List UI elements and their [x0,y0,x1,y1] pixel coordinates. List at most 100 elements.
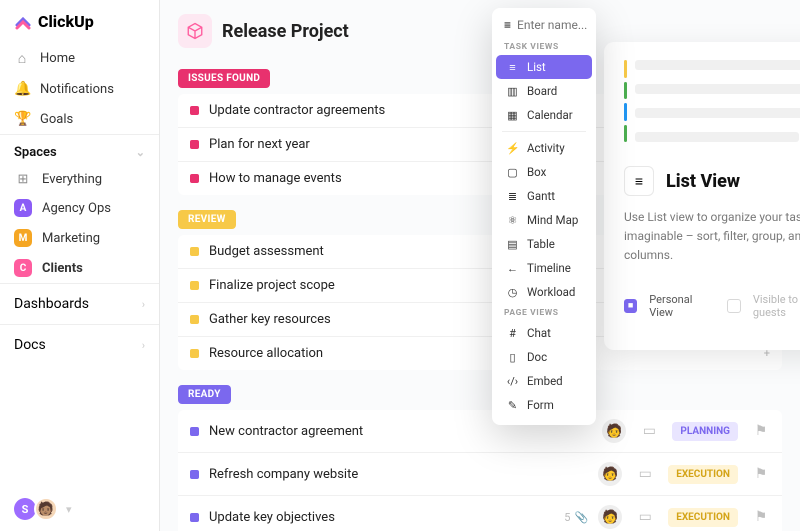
page-title: Release Project [222,21,349,42]
chevron-down-icon: ▾ [66,503,72,516]
gantt-icon: ≣ [506,190,519,203]
personal-view-checkbox[interactable]: ■ [624,299,637,313]
sidebar-dashboards[interactable]: Dashboards› [0,283,159,324]
subtask-count: 5 📎 [564,511,588,524]
assignee-avatar[interactable]: 🧑 [598,462,622,486]
status-dot-icon [190,349,199,358]
view-option-workload[interactable]: ◷Workload [496,280,592,304]
flag-icon[interactable]: ⚑ [752,423,770,439]
task-row[interactable]: New contractor agreement 🧑 ▭ PLANNING ⚑ [178,410,782,453]
spaces-header[interactable]: Spaces⌄ [0,134,159,166]
space-item-agency-ops[interactable]: AAgency Ops [0,193,159,223]
profile-area[interactable]: S 🧑🏽 ▾ [0,487,159,531]
space-badge-icon: M [14,229,32,247]
view-option-table[interactable]: ▤Table [496,232,592,256]
page-views-label: PAGE VIEWS [492,304,596,321]
view-option-activity[interactable]: ⚡Activity [496,136,592,160]
view-option-chat[interactable]: #Chat [496,321,592,345]
grid-icon: ⊞ [14,172,32,187]
box-icon [186,22,204,40]
status-dot-icon [190,247,199,256]
attachment-icon: 📎 [574,511,588,524]
assignee-avatar[interactable]: 🧑 [602,419,626,443]
assignee-avatar[interactable]: 🧑 [598,505,622,529]
task-name: Update key objectives [209,510,554,525]
status-dot-icon [190,281,199,290]
flag-icon[interactable]: ⚑ [752,466,770,482]
status-dot-icon [190,427,199,436]
chevron-down-icon: ⌄ [136,146,145,159]
list-icon: ≡ [504,18,511,32]
table-icon: ▤ [506,238,519,251]
group-label[interactable]: ISSUES FOUND [178,69,270,88]
view-option-mind-map[interactable]: ⚛Mind Map [496,208,592,232]
view-option-timeline[interactable]: ←Timeline [496,256,592,280]
view-option-embed[interactable]: ‹/›Embed [496,369,592,393]
view-option-board[interactable]: ▥Board [496,79,592,103]
status-dot-icon [190,470,199,479]
view-option-box[interactable]: ▢Box [496,160,592,184]
view-name-row: ≡ [492,14,596,38]
view-option-form[interactable]: ✎Form [496,393,592,417]
visible-guests-checkbox[interactable] [727,299,740,313]
brand[interactable]: ClickUp [0,0,159,43]
status-dot-icon [190,140,199,149]
doc-icon: ▯ [506,351,519,364]
space-item-marketing[interactable]: MMarketing [0,223,159,253]
trophy-icon: 🏆 [14,111,30,127]
calendar-icon[interactable]: ▭ [640,423,658,439]
form-icon: ✎ [506,399,519,412]
view-option-list[interactable]: ≡List [496,55,592,79]
task-group: READY New contractor agreement 🧑 ▭ PLANN… [178,382,782,531]
status-tag[interactable]: EXECUTION [668,508,738,527]
chevron-right-icon: › [142,339,145,352]
flag-icon[interactable]: ⚑ [752,509,770,525]
views-popover: ≡ TASK VIEWS ≡List▥Board▦Calendar ⚡Activi… [492,8,596,425]
view-option-doc[interactable]: ▯Doc [496,345,592,369]
main-content: Release Project ISSUES FOUND Update cont… [160,0,800,531]
status-dot-icon [190,174,199,183]
space-item-clients[interactable]: CClients [0,253,159,283]
space-badge-icon: A [14,199,32,217]
status-dot-icon [190,513,199,522]
visible-guests-label: Visible to guests [753,293,800,319]
view-name-input[interactable] [517,18,587,32]
chevron-right-icon: › [142,298,145,311]
nav-notifications[interactable]: 🔔Notifications [0,74,159,104]
bell-icon: 🔔 [14,81,30,97]
status-dot-icon [190,315,199,324]
avatar-photo: 🧑🏽 [34,497,58,521]
view-option-calendar[interactable]: ▦Calendar [496,103,592,127]
task-name: New contractor agreement [209,424,592,439]
mind-map-icon: ⚛ [506,214,519,227]
group-label[interactable]: READY [178,385,231,404]
task-row[interactable]: Refresh company website 🧑 ▭ EXECUTION ⚑ [178,453,782,496]
sidebar-docs[interactable]: Docs› [0,324,159,365]
task-views-label: TASK VIEWS [492,38,596,55]
calendar-icon[interactable]: ▭ [636,509,654,525]
group-label[interactable]: REVIEW [178,210,236,229]
view-info-panel: ≡ List View Use List view to organize yo… [604,42,800,350]
calendar-icon[interactable]: ▭ [636,466,654,482]
nav-goals[interactable]: 🏆Goals [0,104,159,134]
calendar-icon: ▦ [506,109,519,122]
task-row[interactable]: Update key objectives 5 📎 🧑 ▭ EXECUTION ⚑ [178,496,782,531]
nav-home[interactable]: ⌂Home [0,43,159,74]
status-tag[interactable]: EXECUTION [668,465,738,484]
space-badge-icon: C [14,259,32,277]
box-icon: ▢ [506,166,519,179]
embed-icon: ‹/› [506,375,519,388]
board-icon: ▥ [506,85,519,98]
avatar-letter: S [14,498,36,520]
space-everything[interactable]: ⊞Everything [0,166,159,193]
workload-icon: ◷ [506,286,519,299]
view-option-gantt[interactable]: ≣Gantt [496,184,592,208]
home-icon: ⌂ [14,50,30,67]
info-description: Use List view to organize your tasks in … [624,208,800,266]
status-tag[interactable]: PLANNING [672,422,738,441]
brand-name: ClickUp [38,12,94,31]
project-icon[interactable] [178,14,212,48]
info-title: List View [666,171,740,192]
task-name: Refresh company website [209,467,588,482]
activity-icon: ⚡ [506,142,519,155]
